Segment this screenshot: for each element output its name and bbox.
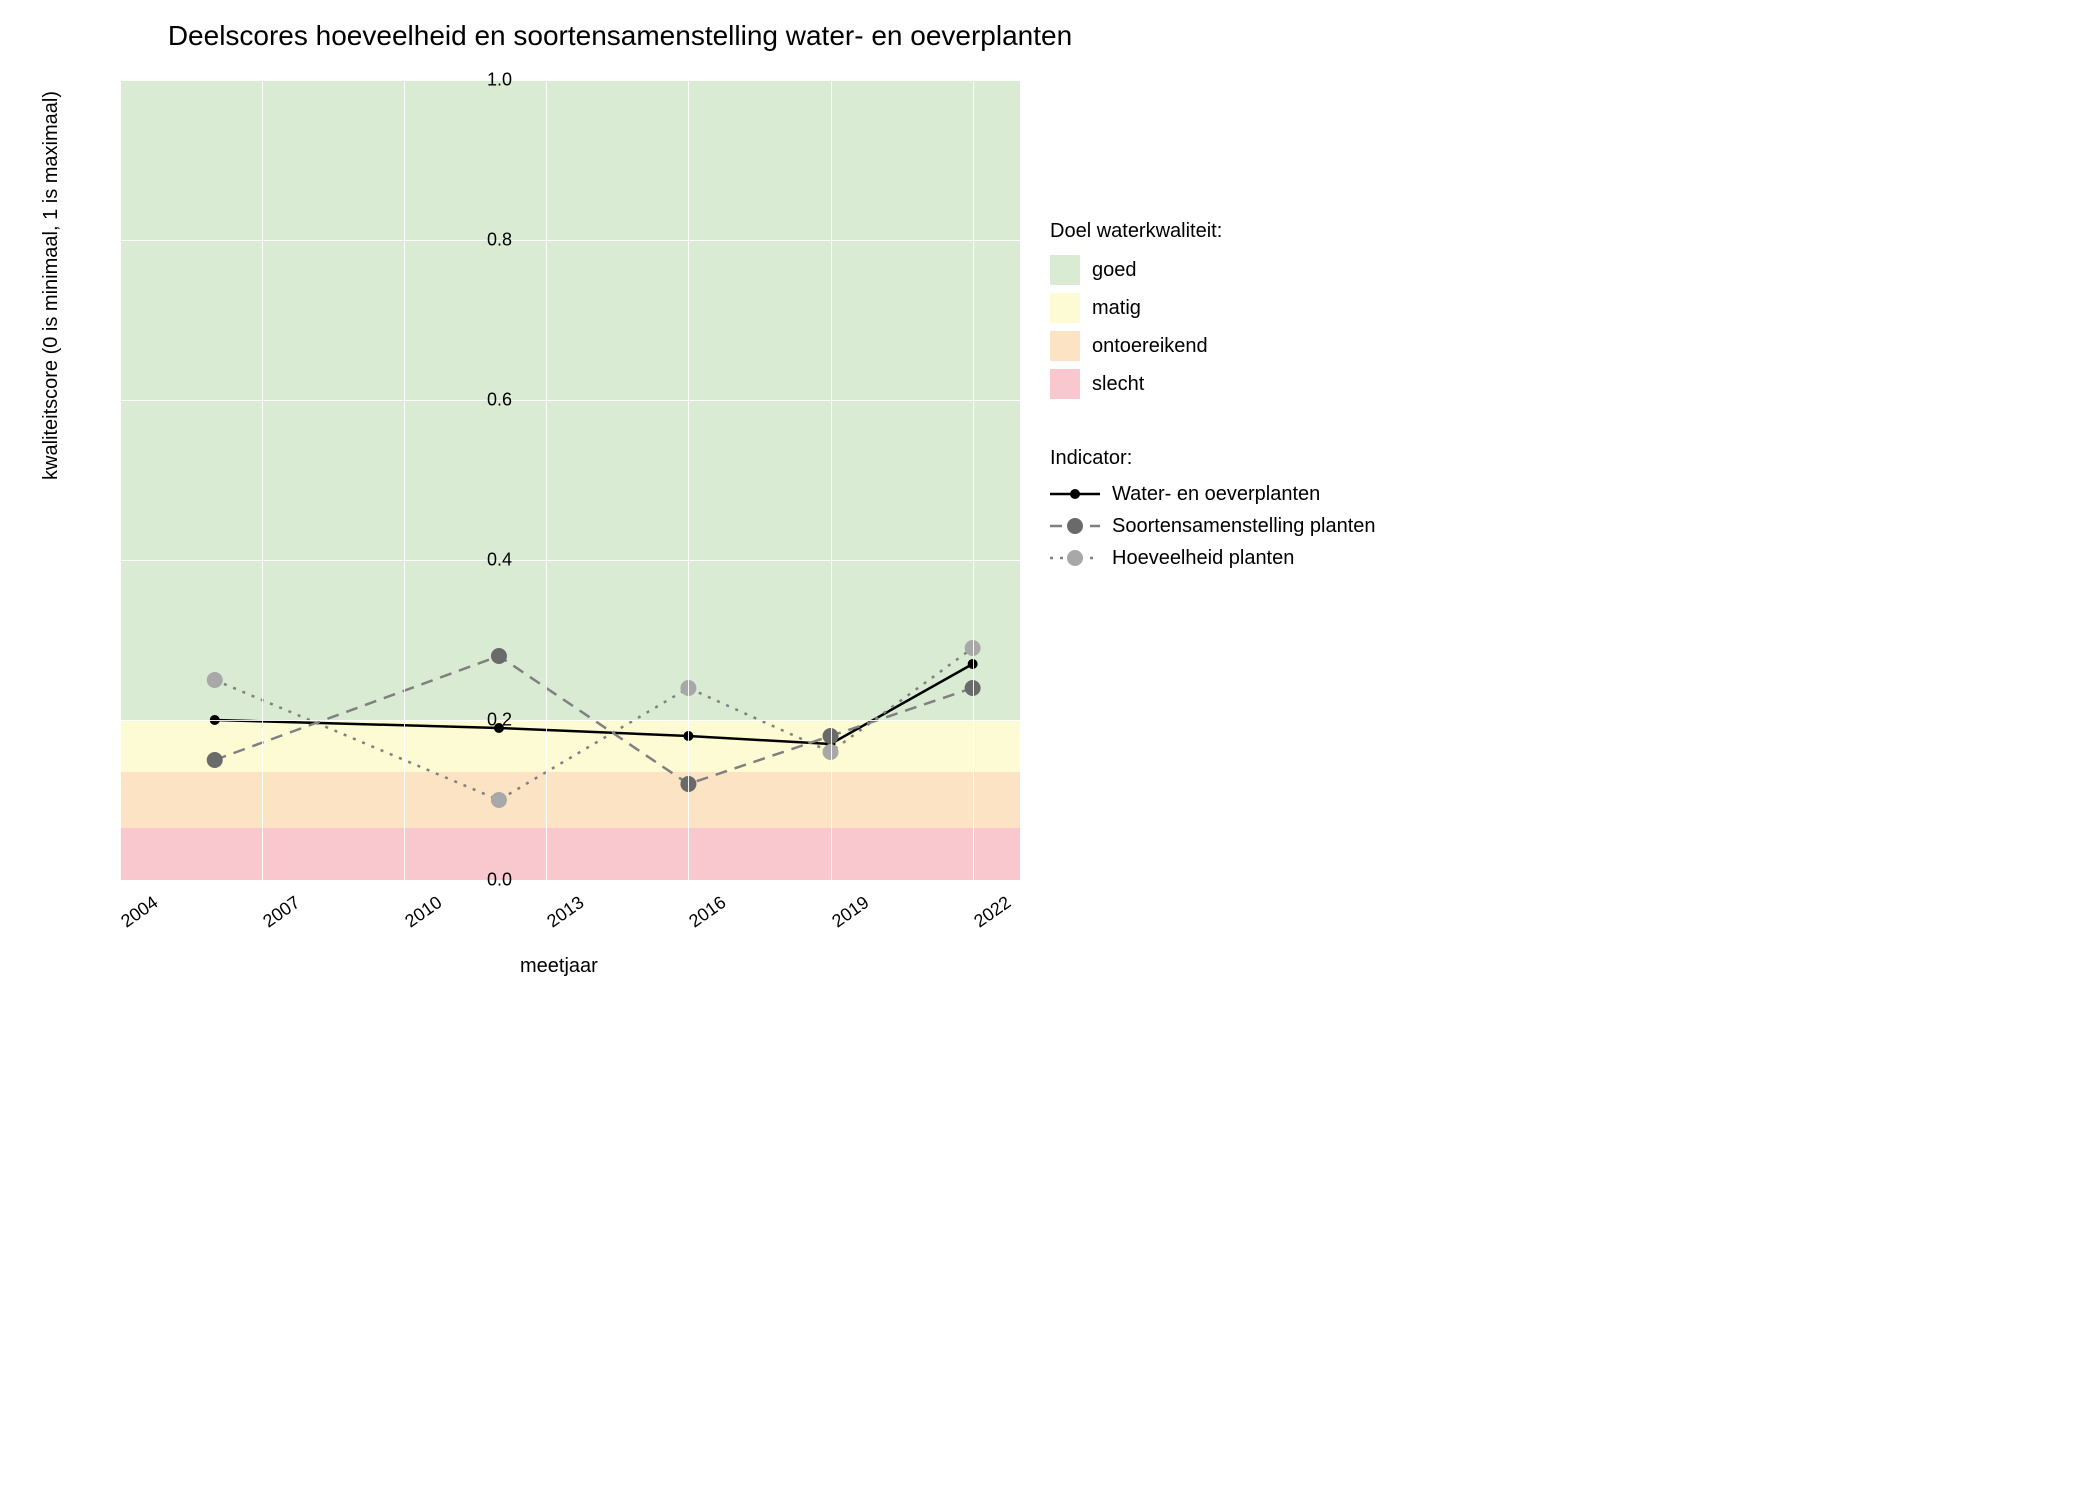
chart-title: Deelscores hoeveelheid en soortensamenst… bbox=[0, 20, 1420, 52]
legend-band-label: goed bbox=[1092, 259, 1137, 282]
legend-swatch bbox=[1050, 293, 1080, 323]
gridline-v bbox=[546, 80, 547, 880]
legend-line-sample bbox=[1050, 546, 1100, 570]
legend-band-item: matig bbox=[1050, 293, 1376, 323]
series-line bbox=[215, 664, 973, 744]
data-point bbox=[491, 792, 507, 808]
y-tick-label: 0.2 bbox=[452, 710, 512, 731]
x-tick-label: 2010 bbox=[401, 892, 446, 932]
data-point bbox=[207, 752, 223, 768]
legend-series-item: Hoeveelheid planten bbox=[1050, 546, 1376, 570]
legend-series-label: Water- en oeverplanten bbox=[1112, 483, 1320, 506]
x-axis-label: meetjaar bbox=[520, 955, 598, 978]
legend-swatch bbox=[1050, 369, 1080, 399]
legend-series-item: Water- en oeverplanten bbox=[1050, 482, 1376, 506]
x-tick-label: 2019 bbox=[828, 892, 873, 932]
y-axis-label: kwaliteitscore (0 is minimaal, 1 is maxi… bbox=[40, 91, 63, 480]
legend-swatch bbox=[1050, 255, 1080, 285]
y-tick-label: 1.0 bbox=[452, 70, 512, 91]
legend: Doel waterkwaliteit: goed matig ontoereike… bbox=[1050, 220, 1376, 578]
gridline-v bbox=[120, 80, 121, 880]
y-tick-label: 0.4 bbox=[452, 550, 512, 571]
gridline-v bbox=[831, 80, 832, 880]
gridline-h bbox=[120, 560, 1020, 561]
legend-swatch bbox=[1050, 331, 1080, 361]
gridline-h bbox=[120, 880, 1020, 881]
legend-band-item: slecht bbox=[1050, 369, 1376, 399]
legend-series-title: Indicator: bbox=[1050, 447, 1376, 470]
chart-container: Deelscores hoeveelheid en soortensamenst… bbox=[20, 20, 1420, 1020]
legend-series-label: Hoeveelheid planten bbox=[1112, 547, 1294, 570]
x-tick-label: 2022 bbox=[970, 892, 1015, 932]
legend-band-item: ontoereikend bbox=[1050, 331, 1376, 361]
legend-band-label: matig bbox=[1092, 297, 1141, 320]
y-tick-label: 0.6 bbox=[452, 390, 512, 411]
gridline-h bbox=[120, 80, 1020, 81]
gridline-h bbox=[120, 720, 1020, 721]
plot-area bbox=[120, 80, 1020, 880]
gridline-h bbox=[120, 240, 1020, 241]
y-tick-label: 0.8 bbox=[452, 230, 512, 251]
data-layer bbox=[120, 80, 1020, 880]
legend-bands-title: Doel waterkwaliteit: bbox=[1050, 220, 1376, 243]
gridline-v bbox=[404, 80, 405, 880]
gridline-v bbox=[688, 80, 689, 880]
gridline-v bbox=[973, 80, 974, 880]
legend-series-label: Soortensamenstelling planten bbox=[1112, 515, 1376, 538]
data-point bbox=[207, 672, 223, 688]
legend-band-label: slecht bbox=[1092, 373, 1144, 396]
legend-series-item: Soortensamenstelling planten bbox=[1050, 514, 1376, 538]
x-tick-label: 2016 bbox=[686, 892, 731, 932]
y-tick-label: 0.0 bbox=[452, 870, 512, 891]
legend-band-label: ontoereikend bbox=[1092, 335, 1208, 358]
data-point bbox=[491, 648, 507, 664]
legend-line-sample bbox=[1050, 482, 1100, 506]
x-tick-label: 2004 bbox=[117, 892, 162, 932]
gridline-v bbox=[262, 80, 263, 880]
legend-line-sample bbox=[1050, 514, 1100, 538]
gridline-h bbox=[120, 400, 1020, 401]
x-tick-label: 2007 bbox=[259, 892, 304, 932]
x-tick-label: 2013 bbox=[544, 892, 589, 932]
legend-band-item: goed bbox=[1050, 255, 1376, 285]
